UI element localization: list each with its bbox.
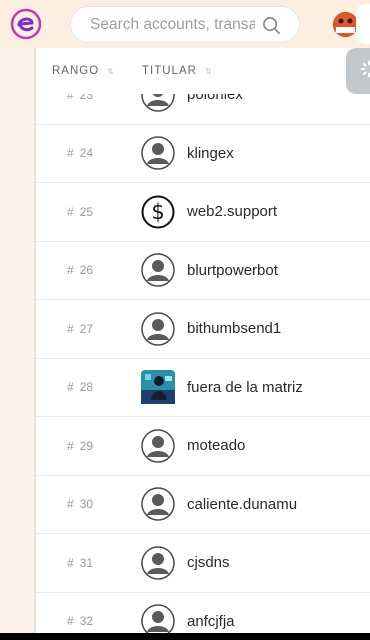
default-user-icon <box>141 312 175 346</box>
default-user-icon <box>141 429 175 463</box>
search-input[interactable] <box>90 15 255 34</box>
bottom-edge <box>0 633 370 640</box>
account-name[interactable]: klingex <box>187 145 234 162</box>
table-row[interactable]: #27 bithumbsend1 <box>36 300 370 359</box>
search-icon[interactable] <box>262 16 281 35</box>
account-name[interactable]: cjsdns <box>187 554 230 571</box>
default-user-icon <box>141 136 175 170</box>
rank-cell: #28 <box>67 380 94 395</box>
account-name[interactable]: anfcjfja <box>187 613 235 630</box>
account-name[interactable]: bithumbsend1 <box>187 320 281 337</box>
default-user-icon <box>141 487 175 521</box>
sort-icon[interactable]: ⇅ <box>107 67 115 76</box>
loading-spinner-icon <box>360 60 370 78</box>
dollar-icon: $ <box>141 195 175 229</box>
table-row[interactable]: #28 fuera de la matriz <box>36 359 370 417</box>
table-row[interactable]: #26 blurtpowerbot <box>36 242 370 300</box>
accounts-table: #23 poloniex #24 klingex #25 $ web2.supp… <box>36 48 370 640</box>
account-name[interactable]: web2.support <box>187 203 277 220</box>
table-row[interactable]: #31 cjsdns <box>36 534 370 593</box>
rank-cell: #32 <box>67 614 94 629</box>
rank-cell: #24 <box>67 146 94 161</box>
rank-cell: #29 <box>67 438 94 453</box>
left-gutter <box>0 48 34 640</box>
rank-cell: #25 <box>67 204 94 219</box>
table-row[interactable]: #30 caliente.dunamu <box>36 476 370 534</box>
account-name[interactable]: blurtpowerbot <box>187 262 278 279</box>
sort-icon[interactable]: ⇅ <box>205 67 213 76</box>
blurt-logo[interactable] <box>10 8 42 40</box>
table-header: RANGO ⇅ TITULAR ⇅ <box>36 48 346 94</box>
rank-cell: #27 <box>67 321 94 336</box>
right-tab-edge[interactable] <box>356 4 370 44</box>
user-avatar[interactable] <box>333 12 358 37</box>
floating-side-panel[interactable] <box>346 48 370 94</box>
rank-cell: #30 <box>67 497 94 512</box>
account-name[interactable]: fuera de la matriz <box>187 379 303 396</box>
column-header-holder[interactable]: TITULAR ⇅ <box>142 65 213 77</box>
search-box[interactable] <box>70 6 300 43</box>
default-user-icon <box>141 546 175 580</box>
rank-cell: #31 <box>67 555 94 570</box>
top-header <box>0 0 370 48</box>
svg-text:$: $ <box>151 200 164 224</box>
column-header-rank[interactable]: RANGO ⇅ <box>52 65 115 77</box>
photo-avatar <box>141 370 175 405</box>
table-row[interactable]: #29 moteado <box>36 417 370 476</box>
account-name[interactable]: moteado <box>187 437 245 454</box>
account-name[interactable]: caliente.dunamu <box>187 496 297 513</box>
rank-cell: #26 <box>67 263 94 278</box>
table-row[interactable]: #25 $ web2.support <box>36 183 370 242</box>
default-user-icon <box>141 253 175 287</box>
table-row[interactable]: #24 klingex <box>36 125 370 183</box>
